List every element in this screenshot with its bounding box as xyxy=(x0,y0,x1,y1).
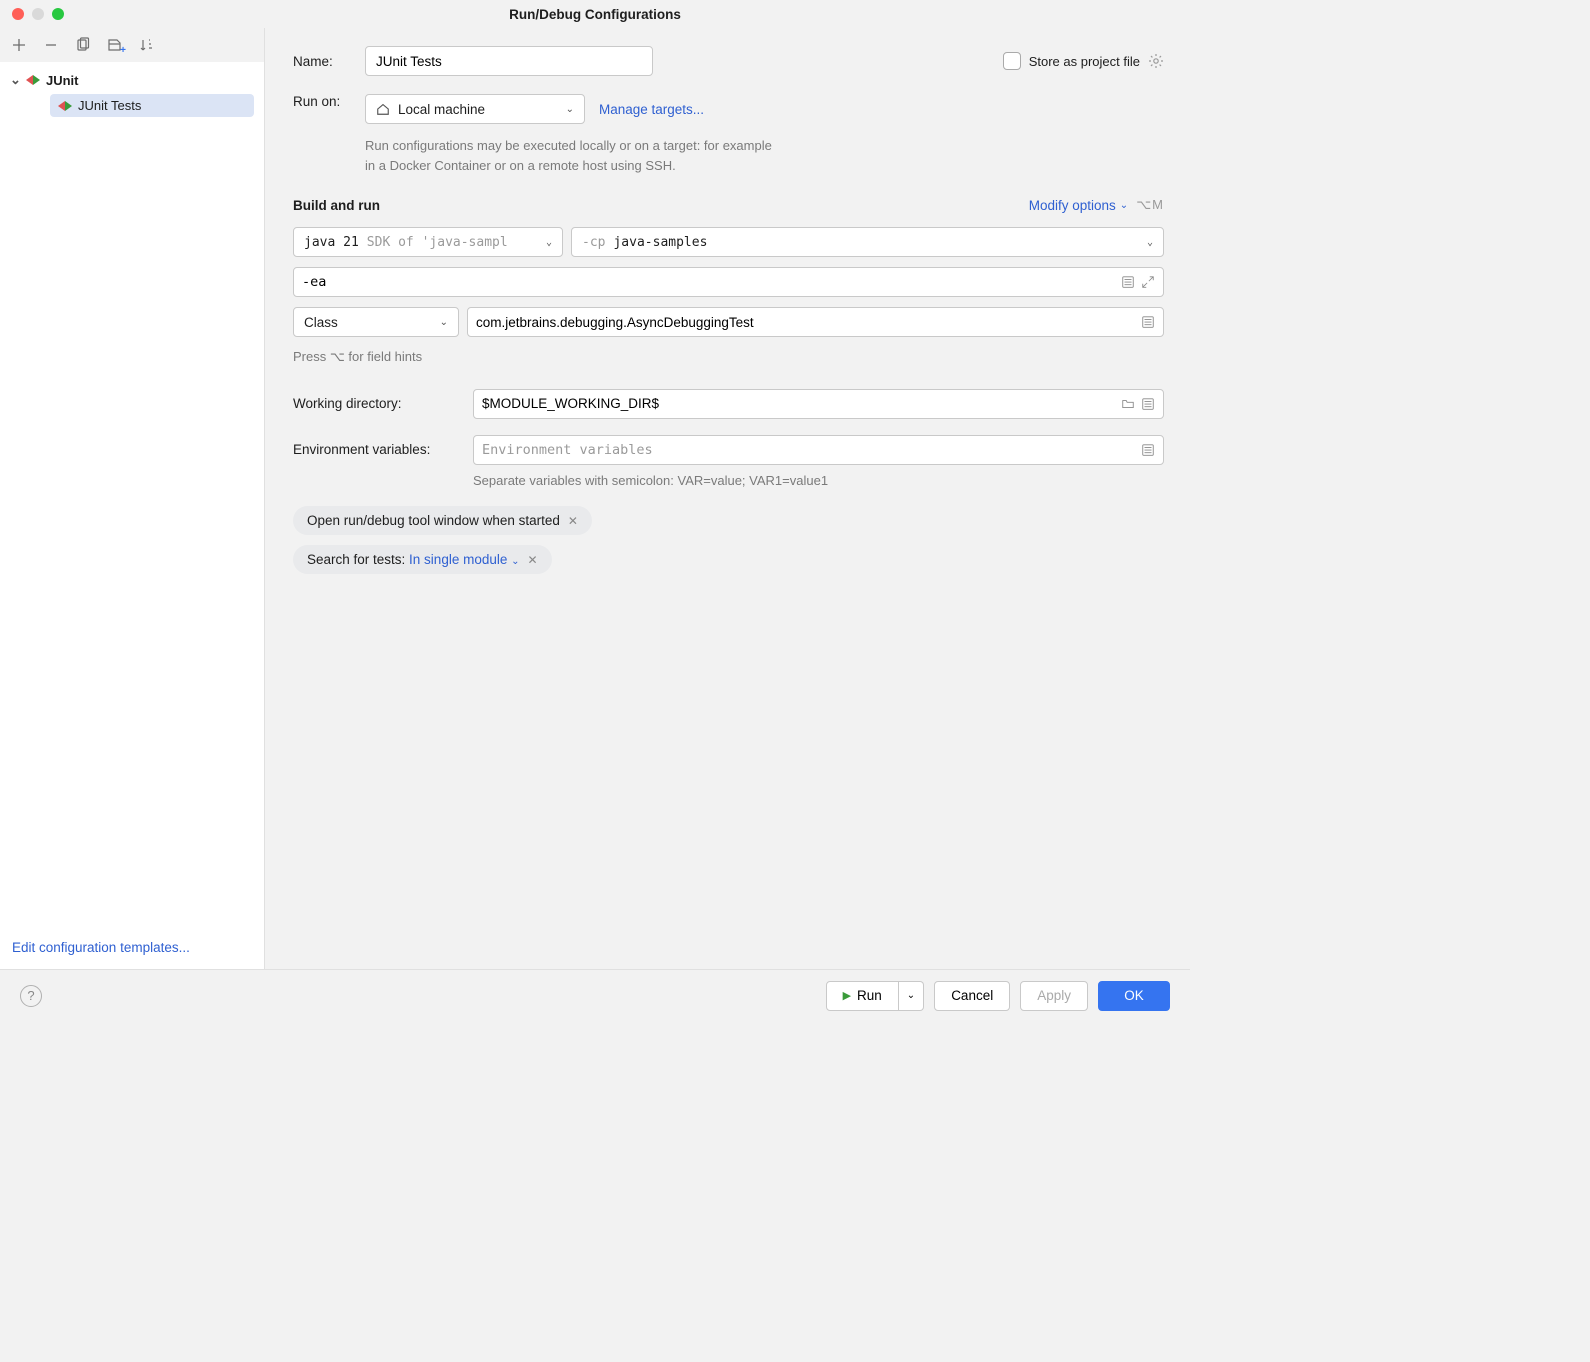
list-icon[interactable] xyxy=(1121,275,1135,289)
expand-icon[interactable] xyxy=(1141,275,1155,289)
list-icon[interactable] xyxy=(1141,443,1155,457)
name-input[interactable] xyxy=(365,46,653,76)
chevron-down-icon: ⌄ xyxy=(10,72,20,88)
config-item-junit-tests[interactable]: JUnit Tests xyxy=(50,94,254,117)
config-item-label: JUnit Tests xyxy=(78,98,141,113)
chevron-down-icon: ⌄ xyxy=(1120,200,1128,211)
config-category-junit[interactable]: ⌄ JUnit xyxy=(4,68,260,92)
jdk-select[interactable]: java 21 SDK of 'java-sampl ⌄ xyxy=(293,227,563,257)
ok-button[interactable]: OK xyxy=(1098,981,1170,1011)
option-pill-open-tool-window[interactable]: Open run/debug tool window when started … xyxy=(293,506,592,535)
dialog-footer: ? ▶ Run ⌄ Cancel Apply OK xyxy=(0,969,1190,1021)
vm-options-input[interactable] xyxy=(293,267,1164,297)
run-on-hint: Run configurations may be executed local… xyxy=(365,136,785,175)
window-zoom-button[interactable] xyxy=(52,8,64,20)
cancel-button[interactable]: Cancel xyxy=(934,981,1010,1011)
help-button[interactable]: ? xyxy=(20,985,42,1007)
modify-options-shortcut: ⌥M xyxy=(1136,197,1164,213)
folder-icon[interactable] xyxy=(1121,397,1135,411)
run-on-label: Run on: xyxy=(293,94,353,109)
classpath-select[interactable]: -cp java-samples ⌄ xyxy=(571,227,1164,257)
working-directory-input[interactable] xyxy=(473,389,1164,419)
junit-icon xyxy=(26,75,40,85)
store-label: Store as project file xyxy=(1029,54,1140,69)
chevron-down-icon: ⌄ xyxy=(546,237,552,248)
run-button[interactable]: ▶ Run xyxy=(826,981,899,1011)
test-class-input[interactable] xyxy=(467,307,1164,337)
close-icon[interactable]: ✕ xyxy=(528,553,538,567)
remove-configuration-button[interactable] xyxy=(42,36,60,54)
store-as-project-file-checkbox[interactable] xyxy=(1003,52,1021,70)
close-icon[interactable]: ✕ xyxy=(568,514,578,528)
configuration-form: Name: Store as project file Run on: xyxy=(265,28,1190,969)
save-template-button[interactable]: + xyxy=(106,36,124,54)
chevron-down-icon: ⌄ xyxy=(440,317,448,328)
add-configuration-button[interactable] xyxy=(10,36,28,54)
run-on-select[interactable]: Local machine ⌄ xyxy=(365,94,585,124)
run-on-value: Local machine xyxy=(398,102,485,117)
env-variables-label: Environment variables: xyxy=(293,442,459,457)
chevron-down-icon: ⌄ xyxy=(566,104,574,115)
build-and-run-header: Build and run xyxy=(293,198,380,213)
window-minimize-button[interactable] xyxy=(32,8,44,20)
modify-options-link[interactable]: Modify options ⌄ xyxy=(1029,198,1128,213)
copy-configuration-button[interactable] xyxy=(74,36,92,54)
junit-icon xyxy=(58,101,72,111)
edit-templates-link[interactable]: Edit configuration templates... xyxy=(12,940,190,955)
list-icon[interactable] xyxy=(1141,315,1155,329)
gear-icon[interactable] xyxy=(1148,53,1164,69)
titlebar: Run/Debug Configurations xyxy=(0,0,1190,28)
configurations-sidebar: + ⌄ JUnit JUnit Tests xyxy=(0,28,265,969)
chevron-down-icon: ⌄ xyxy=(907,990,915,1001)
env-hint: Separate variables with semicolon: VAR=v… xyxy=(473,471,1164,491)
search-tests-dropdown[interactable]: In single module ⌄ xyxy=(409,552,519,567)
run-icon: ▶ xyxy=(843,989,851,1002)
home-icon xyxy=(376,102,390,116)
name-label: Name: xyxy=(293,54,353,69)
chevron-down-icon: ⌄ xyxy=(1147,237,1153,248)
run-dropdown-button[interactable]: ⌄ xyxy=(899,981,924,1011)
test-kind-select[interactable]: Class ⌄ xyxy=(293,307,459,337)
window-title: Run/Debug Configurations xyxy=(509,7,681,22)
apply-button[interactable]: Apply xyxy=(1020,981,1088,1011)
manage-targets-link[interactable]: Manage targets... xyxy=(599,102,704,117)
category-label: JUnit xyxy=(46,73,79,88)
option-pill-search-tests[interactable]: Search for tests: In single module ⌄ ✕ xyxy=(293,545,552,574)
sort-button[interactable] xyxy=(138,36,156,54)
list-icon[interactable] xyxy=(1141,397,1155,411)
env-variables-input[interactable] xyxy=(473,435,1164,465)
window-close-button[interactable] xyxy=(12,8,24,20)
working-directory-label: Working directory: xyxy=(293,396,459,411)
sidebar-toolbar: + xyxy=(0,28,264,62)
field-hints: Press ⌥ for field hints xyxy=(293,347,1164,367)
